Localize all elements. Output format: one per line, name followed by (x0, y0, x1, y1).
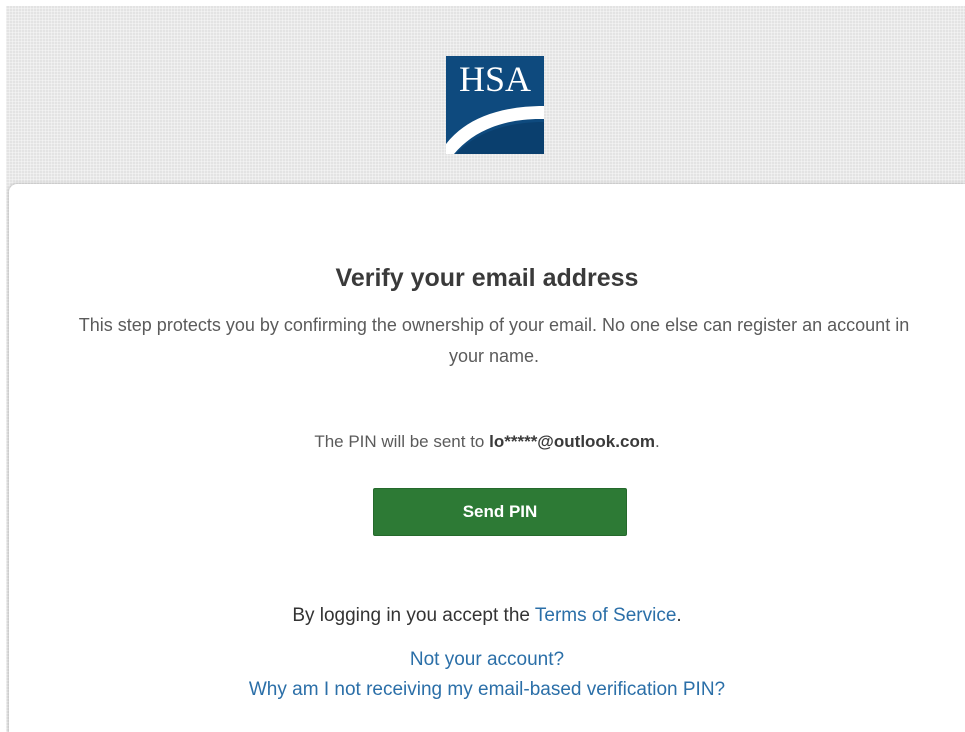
why-not-receiving-pin-link[interactable]: Why am I not receiving my email-based ve… (249, 679, 725, 700)
pin-destination: The PIN will be sent to lo*****@outlook.… (9, 432, 965, 452)
page-background: HSA Verify your email address This step … (6, 6, 965, 732)
terms-prefix: By logging in you accept the (292, 605, 535, 626)
page-title: Verify your email address (335, 264, 639, 292)
help-row: Why am I not receiving my email-based ve… (9, 679, 965, 701)
terms-of-service-link[interactable]: Terms of Service (535, 605, 676, 626)
terms-suffix: . (676, 605, 682, 626)
description-text: This step protects you by confirming the… (78, 315, 910, 366)
not-your-account-link[interactable]: Not your account? (410, 649, 564, 670)
pin-prefix: The PIN will be sent to (314, 432, 490, 451)
terms-text: By logging in you accept the Terms of Se… (9, 605, 965, 627)
masked-email: lo*****@outlook.com (489, 432, 655, 451)
logo-text: HSA (459, 59, 531, 99)
not-your-account-row: Not your account? (9, 649, 965, 671)
pin-suffix: . (654, 432, 660, 451)
hsa-logo-icon: HSA (446, 56, 544, 154)
verify-card: Verify your email address This step prot… (9, 184, 965, 732)
send-pin-button[interactable]: Send PIN (373, 488, 627, 536)
